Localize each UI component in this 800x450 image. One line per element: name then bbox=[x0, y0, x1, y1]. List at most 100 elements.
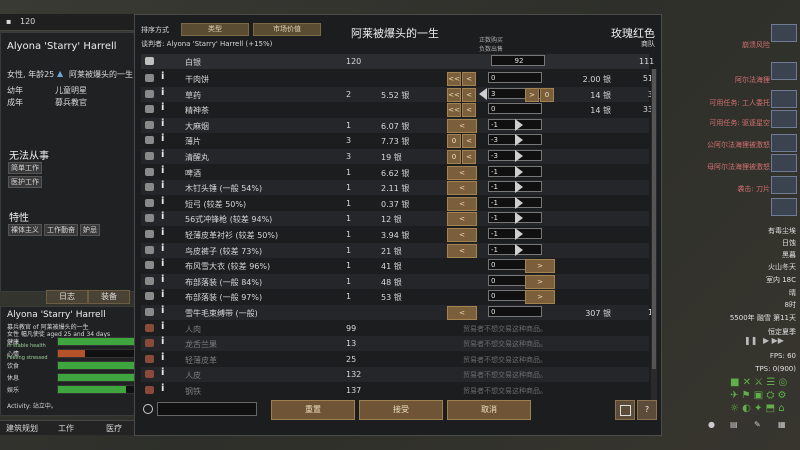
sell-one-button[interactable]: < bbox=[462, 87, 476, 102]
lightbulb-icon[interactable]: ● bbox=[708, 420, 715, 429]
buy-one-button[interactable]: > bbox=[525, 290, 555, 305]
info-icon[interactable]: i bbox=[161, 87, 169, 98]
pawn-faction[interactable]: 阿莱被爆头的一生 bbox=[69, 69, 133, 80]
sell-one-button[interactable]: < bbox=[462, 134, 476, 149]
info-icon[interactable]: i bbox=[161, 165, 169, 176]
tab-medical[interactable]: 医疗 bbox=[106, 423, 122, 434]
info-icon[interactable]: i bbox=[161, 149, 169, 160]
sell-one-button[interactable]: < bbox=[447, 212, 477, 227]
play-icon[interactable]: ▶ bbox=[763, 336, 769, 345]
info-icon[interactable]: i bbox=[161, 227, 169, 238]
incapable-tag[interactable]: 医护工作 bbox=[8, 176, 42, 188]
trade-quantity-field[interactable]: 0 bbox=[488, 306, 542, 317]
sell-all-button[interactable]: << bbox=[447, 103, 461, 118]
cancel-button[interactable]: 取消 bbox=[447, 400, 531, 420]
childhood-value[interactable]: 儿童明星 bbox=[55, 85, 87, 96]
trade-quantity-field[interactable]: 0 bbox=[488, 103, 542, 115]
status-label: 室内 18C bbox=[765, 276, 796, 284]
reset-button[interactable]: 重置 bbox=[271, 400, 355, 420]
info-icon[interactable]: i bbox=[161, 289, 169, 300]
info-icon[interactable]: i bbox=[161, 383, 169, 394]
play-settings-grid[interactable]: ■ ✕ ⚔ ☰ ◎ ✈ ⚑ ▣ ⛭ ⚙ ☼ ◐ ✦ ⬒ ⌂ bbox=[730, 376, 800, 416]
alert-button[interactable] bbox=[771, 176, 797, 194]
info-icon[interactable]: i bbox=[161, 211, 169, 222]
sell-one-button[interactable]: < bbox=[447, 118, 477, 133]
buy-one-button[interactable]: > bbox=[525, 259, 555, 274]
scrollbar-thumb[interactable] bbox=[652, 69, 656, 369]
alert-button[interactable] bbox=[771, 198, 797, 216]
info-icon[interactable]: i bbox=[161, 367, 169, 378]
alert-button[interactable] bbox=[771, 24, 797, 42]
speed-controls[interactable]: ❚❚ ▶ ▶▶ bbox=[744, 336, 798, 346]
alert-button[interactable] bbox=[771, 62, 797, 80]
info-icon[interactable]: i bbox=[161, 243, 169, 254]
help-button[interactable]: ? bbox=[637, 400, 657, 420]
trade-quantity-field[interactable]: 0 bbox=[488, 72, 542, 83]
incapable-title: 无法从事 bbox=[9, 151, 49, 162]
show-sellable-items-button[interactable] bbox=[615, 400, 635, 420]
item-name: 精神茶 bbox=[185, 106, 209, 116]
info-icon[interactable]: i bbox=[161, 305, 169, 316]
info-icon[interactable]: i bbox=[161, 180, 169, 191]
sell-all-button[interactable]: 0 bbox=[447, 134, 461, 149]
sort-by-market-value-button[interactable]: 市场价值 bbox=[253, 23, 321, 36]
adulthood-value[interactable]: 募兵教官 bbox=[55, 97, 87, 108]
alert-button[interactable] bbox=[771, 90, 797, 108]
tab-work[interactable]: 工作 bbox=[58, 423, 74, 434]
info-icon[interactable]: i bbox=[161, 258, 169, 269]
brush-icon[interactable]: ✎ bbox=[754, 420, 761, 429]
tab-architect[interactable]: 建筑规划 bbox=[6, 423, 38, 434]
sell-one-button[interactable]: < bbox=[462, 72, 476, 86]
buy-one-button[interactable]: > bbox=[525, 274, 555, 289]
sell-all-button[interactable]: 0 bbox=[447, 150, 461, 164]
item-icon bbox=[145, 167, 154, 176]
info-icon[interactable]: i bbox=[161, 71, 169, 82]
accept-button[interactable]: 接受 bbox=[359, 400, 443, 420]
trade-scrollbar[interactable] bbox=[651, 69, 657, 403]
sort-by-type-button[interactable]: 类型 bbox=[181, 23, 249, 36]
trade-row: i 啤酒 1 6.62 银 < -1 bbox=[141, 165, 649, 180]
trade-row: i 布风雪大衣 (较差 96%) 1 41 银 0 > bbox=[141, 258, 649, 274]
info-icon[interactable]: i bbox=[161, 321, 169, 332]
menu-icon[interactable]: ▤ bbox=[730, 420, 738, 429]
info-icon[interactable]: i bbox=[161, 102, 169, 113]
sell-one-button[interactable]: < bbox=[447, 306, 477, 320]
tab-gear[interactable]: 装备 bbox=[88, 290, 130, 304]
trait-tag[interactable]: 工作勤奋 bbox=[44, 224, 78, 236]
qty-hint-sell: 负数出售 bbox=[478, 46, 503, 53]
info-icon[interactable]: i bbox=[161, 336, 169, 347]
trait-tag[interactable]: 妒忌 bbox=[80, 224, 100, 236]
sell-one-button[interactable]: < bbox=[462, 150, 476, 164]
tab-log[interactable]: 日志 bbox=[46, 290, 88, 304]
buy-one-button[interactable]: > bbox=[525, 87, 539, 102]
info-icon[interactable]: i bbox=[161, 274, 169, 285]
alert-button[interactable] bbox=[771, 154, 797, 172]
sell-one-button[interactable]: < bbox=[447, 228, 477, 242]
item-icon bbox=[145, 386, 154, 394]
info-icon[interactable]: i bbox=[161, 133, 169, 144]
status-label: FPS: 60 bbox=[769, 352, 796, 360]
search-input[interactable] bbox=[157, 402, 257, 416]
pause-icon[interactable]: ❚❚ bbox=[744, 336, 757, 345]
sell-one-button[interactable]: < bbox=[462, 103, 476, 118]
grid-icon[interactable]: ▦ bbox=[778, 420, 786, 429]
item-icon bbox=[145, 183, 154, 192]
sell-one-button[interactable]: < bbox=[447, 196, 477, 211]
info-icon[interactable]: i bbox=[161, 118, 169, 129]
sell-all-button[interactable]: << bbox=[447, 87, 461, 102]
buy-all-button[interactable]: 0 bbox=[540, 87, 554, 102]
alert-button[interactable] bbox=[771, 110, 797, 128]
alert-button[interactable] bbox=[771, 134, 797, 152]
info-icon[interactable]: i bbox=[161, 196, 169, 207]
sell-all-button[interactable]: << bbox=[447, 72, 461, 86]
item-name: 56式冲锋枪 (较差 94%) bbox=[185, 215, 273, 225]
incapable-tag[interactable]: 简单工作 bbox=[8, 162, 42, 174]
fast-icon[interactable]: ▶▶ bbox=[772, 336, 784, 345]
info-icon[interactable]: i bbox=[161, 352, 169, 363]
colony-price: 2.11 银 bbox=[381, 184, 410, 194]
item-name: 布部落装 (一般 97%) bbox=[185, 293, 263, 303]
sell-one-button[interactable]: < bbox=[447, 181, 477, 196]
trait-tag[interactable]: 裸体主义 bbox=[8, 224, 42, 236]
sell-one-button[interactable]: < bbox=[447, 243, 477, 258]
sell-one-button[interactable]: < bbox=[447, 165, 477, 180]
